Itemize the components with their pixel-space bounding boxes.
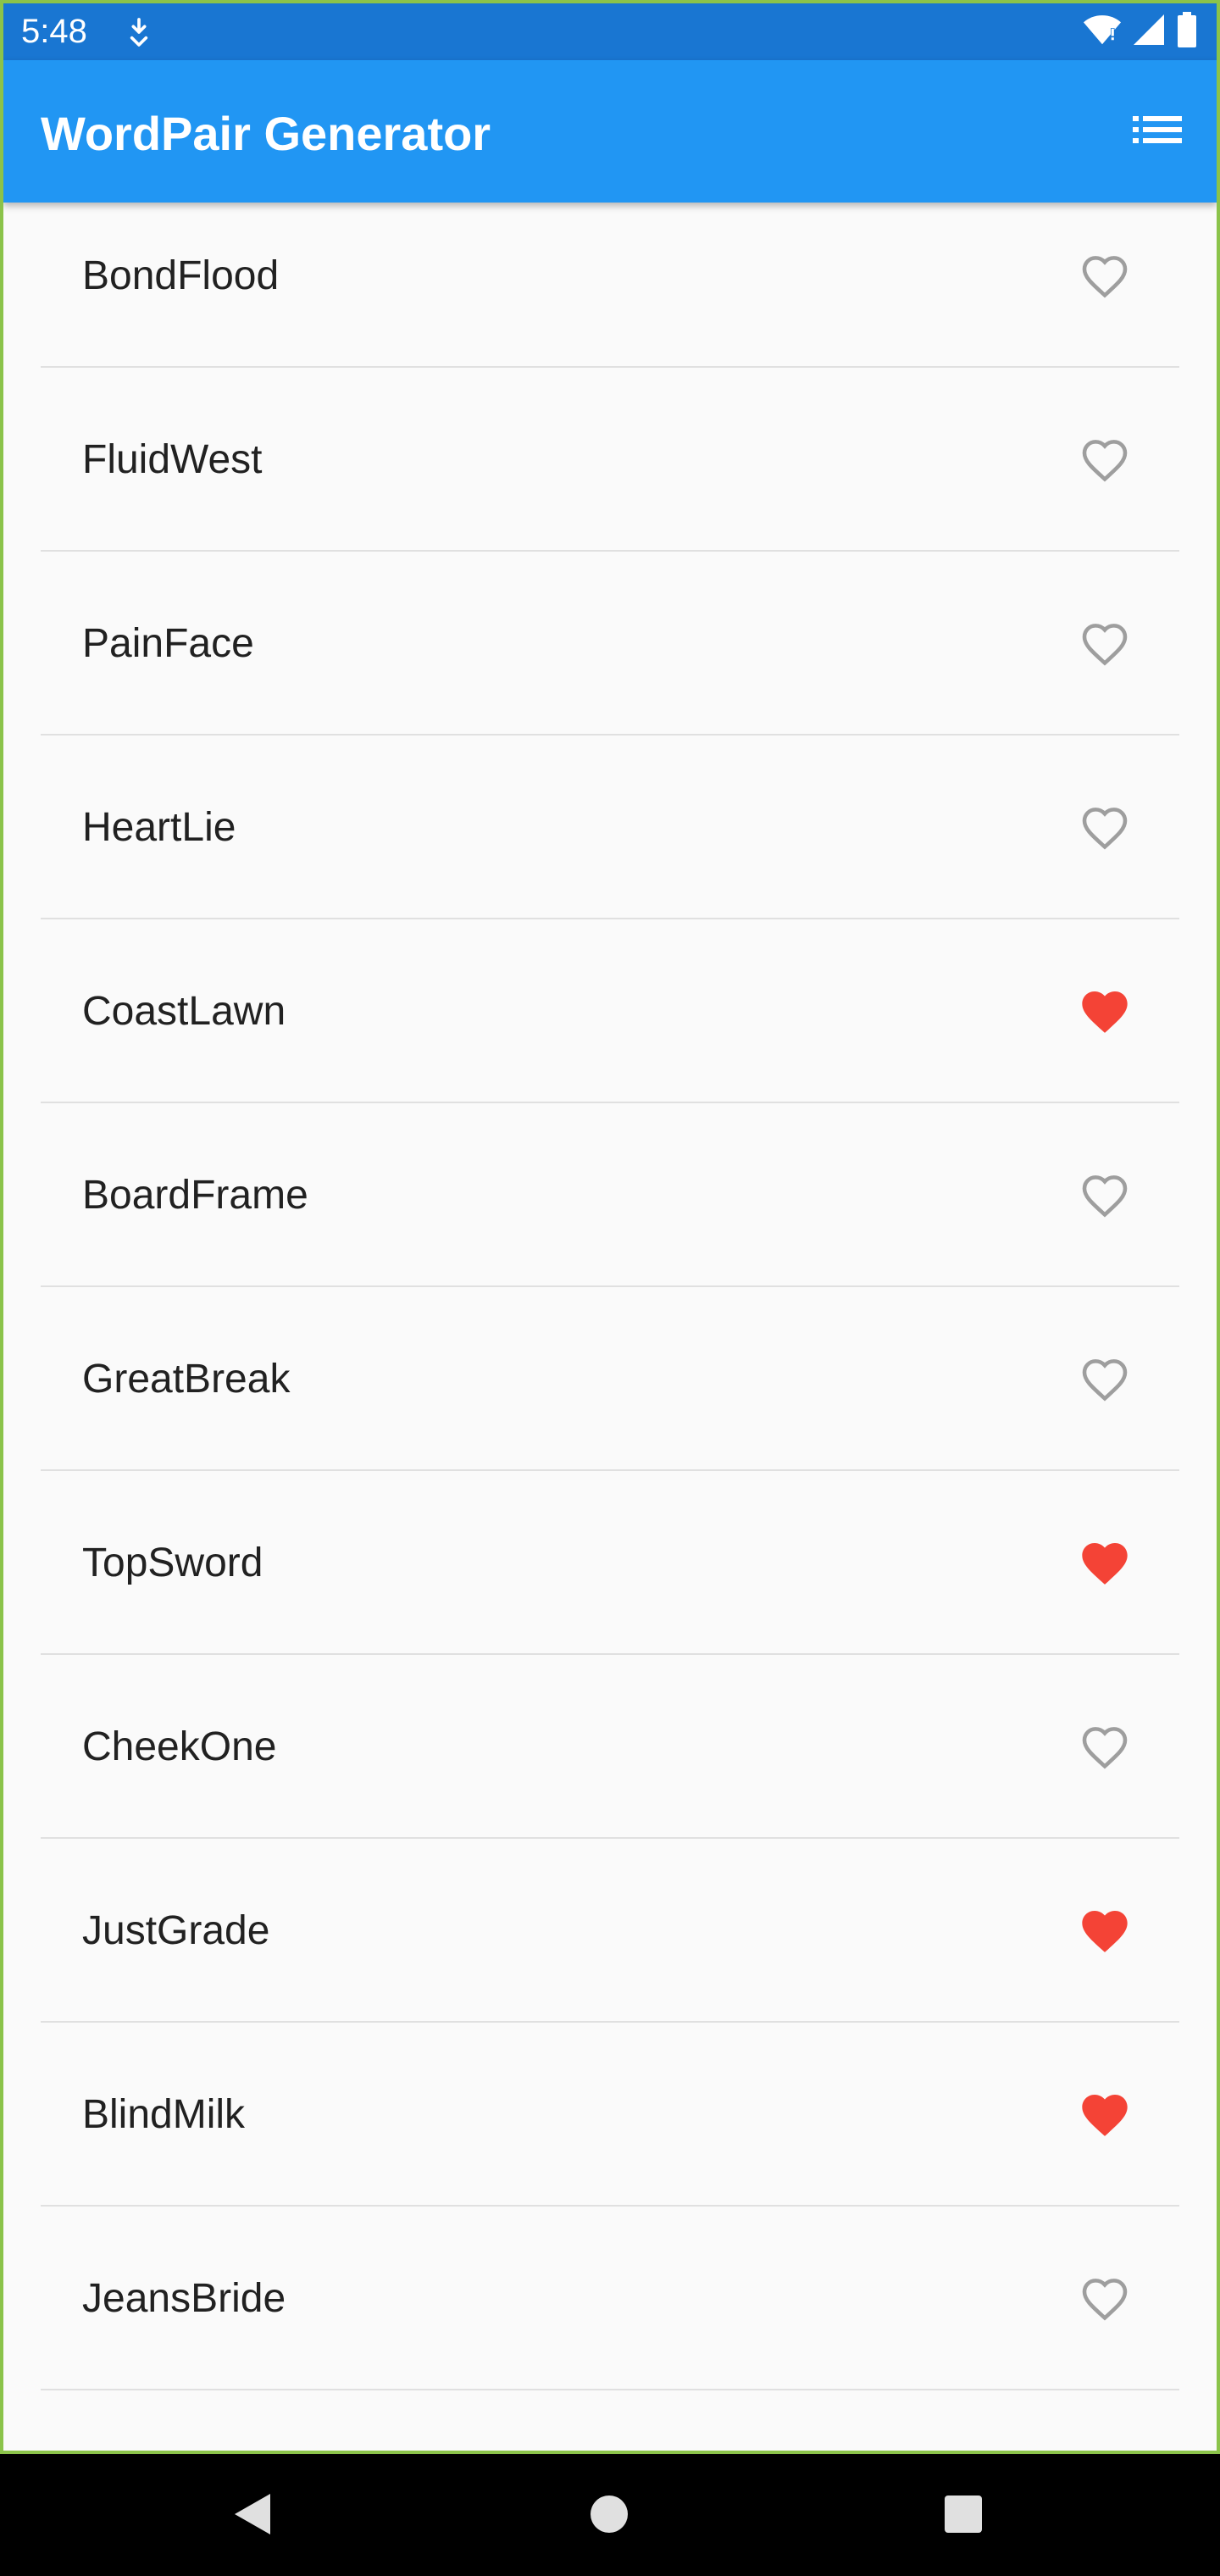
word-pair-text: JeansBride: [82, 2276, 286, 2321]
word-pair-text: BondFlood: [82, 253, 280, 298]
app-bar: WordPair Generator: [3, 60, 1217, 203]
list-item[interactable]: BoardFrame: [3, 1103, 1217, 1285]
favorite-icon[interactable]: [1078, 1536, 1132, 1591]
list-item[interactable]: GreatBreak: [3, 1287, 1217, 1469]
list-item[interactable]: JeansBride: [3, 2207, 1217, 2389]
word-pair-text: PainFace: [82, 621, 254, 666]
favorite-border-icon[interactable]: [1078, 801, 1132, 855]
list-item[interactable]: BondFlood: [3, 203, 1217, 366]
word-pair-text: TopSword: [82, 1541, 263, 1585]
back-button[interactable]: [223, 2486, 282, 2545]
status-time: 5:48: [21, 13, 87, 50]
status-icons: [1083, 11, 1198, 52]
signal-icon: [1132, 13, 1166, 51]
back-icon: [231, 2490, 274, 2542]
wifi-icon: [1083, 13, 1122, 51]
list-item[interactable]: HeartLie: [3, 736, 1217, 918]
recents-button[interactable]: [934, 2486, 993, 2545]
saved-list-button[interactable]: [1123, 97, 1191, 165]
word-pair-text: FluidWest: [82, 437, 263, 482]
word-pair-text: GreatBreak: [82, 1357, 291, 1402]
word-pair-text: JustGrade: [82, 1908, 270, 1953]
favorite-border-icon[interactable]: [1078, 2272, 1132, 2326]
favorite-border-icon[interactable]: [1078, 1352, 1132, 1407]
word-pair-list[interactable]: BondFlood FluidWest PainFace HeartLie CoastL…: [3, 203, 1217, 2451]
list-item-partial[interactable]: [3, 2390, 1217, 2451]
favorite-icon[interactable]: [1078, 2088, 1132, 2142]
word-pair-text: BlindMilk: [82, 2092, 246, 2137]
list-icon: [1133, 113, 1182, 151]
favorite-border-icon[interactable]: [1078, 433, 1132, 487]
favorite-icon[interactable]: [1078, 1904, 1132, 1958]
list-item[interactable]: PainFace: [3, 552, 1217, 734]
word-pair-text: HeartLie: [82, 805, 236, 850]
favorite-border-icon[interactable]: [1078, 617, 1132, 671]
word-pair-text: BoardFrame: [82, 1173, 308, 1218]
home-button[interactable]: [580, 2486, 639, 2545]
phone-screen: 5:48 WordPair Generator BondFlood FluidW…: [3, 3, 1217, 2451]
word-pair-text: CoastLawn: [82, 989, 286, 1034]
word-pair-text: CheekOne: [82, 1724, 277, 1769]
list-item[interactable]: CheekOne: [3, 1655, 1217, 1837]
list-item[interactable]: BlindMilk: [3, 2023, 1217, 2205]
system-navigation-bar: [0, 2454, 1220, 2576]
page-title: WordPair Generator: [41, 107, 491, 160]
list-item[interactable]: FluidWest: [3, 368, 1217, 550]
favorite-border-icon[interactable]: [1078, 1169, 1132, 1223]
list-item[interactable]: JustGrade: [3, 1839, 1217, 2021]
list-item[interactable]: TopSword: [3, 1471, 1217, 1653]
home-icon: [589, 2494, 629, 2539]
recents-icon: [943, 2494, 984, 2539]
favorite-border-icon[interactable]: [1078, 1720, 1132, 1774]
favorite-icon[interactable]: [1078, 985, 1132, 1039]
battery-icon: [1176, 11, 1198, 52]
status-bar: 5:48: [3, 3, 1217, 60]
download-notification-icon: [122, 15, 156, 49]
list-item[interactable]: CoastLawn: [3, 919, 1217, 1102]
favorite-border-icon[interactable]: [1078, 249, 1132, 303]
